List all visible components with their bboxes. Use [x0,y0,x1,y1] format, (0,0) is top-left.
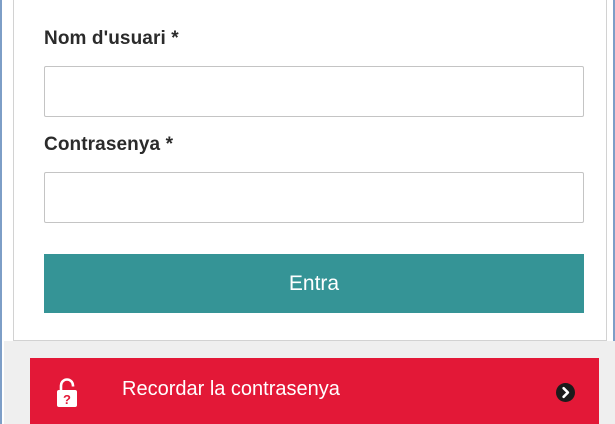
password-input[interactable] [44,172,584,223]
chevron-right-circle-icon [556,383,575,402]
recover-password-link[interactable]: ? Recordar la contrasenya [30,358,599,424]
recover-password-label: Recordar la contrasenya [122,378,340,400]
unlock-question-icon: ? [57,378,77,407]
password-label: Contrasenya * [44,134,174,155]
login-submit-label: Entra [288,271,340,295]
app-frame: Nom d'usuari * Contrasenya * Entra ? Rec… [0,0,615,424]
username-label: Nom d'usuari * [44,28,179,49]
svg-text:?: ? [63,392,71,407]
login-submit-button[interactable]: Entra [44,254,584,313]
username-input[interactable] [44,66,584,117]
